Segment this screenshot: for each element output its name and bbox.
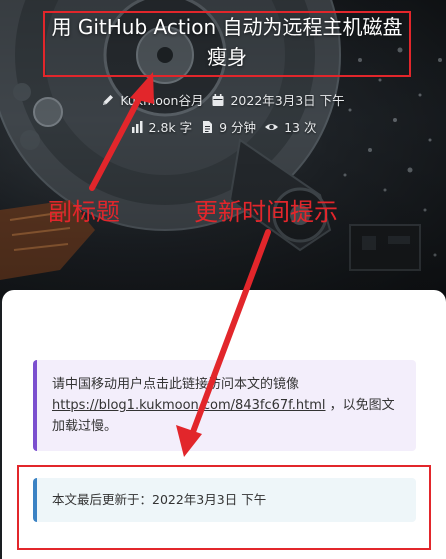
meta-author: Kukmoon谷月 bbox=[101, 90, 203, 109]
page-title: 用 GitHub Action 自动为远程主机磁盘瘦身 bbox=[51, 15, 403, 69]
meta-read-time: 9 分钟 bbox=[200, 117, 256, 136]
notice-text-before: 请中国移动用户点击此链接访问本文的镜像 bbox=[52, 377, 300, 392]
mirror-link[interactable]: https://blog1.kukmoon.com/843fc67f.html bbox=[52, 398, 326, 413]
post-date: 2022年3月3日 下午 bbox=[230, 93, 345, 108]
update-annotation-label: 更新时间提示 bbox=[194, 198, 338, 226]
chart-icon bbox=[131, 120, 143, 133]
last-updated-notice: 本文最后更新于：2022年3月3日 下午 bbox=[33, 478, 416, 522]
read-time: 9 分钟 bbox=[219, 120, 257, 135]
meta-word-count: 2.8k 字 bbox=[130, 117, 193, 136]
calendar-icon bbox=[212, 93, 224, 106]
view-count: 13 次 bbox=[284, 120, 317, 135]
post-meta-row-2: 2.8k 字 9 分钟 13 次 bbox=[0, 117, 446, 136]
meta-views: 13 次 bbox=[264, 117, 316, 136]
mirror-notice: 请中国移动用户点击此链接访问本文的镜像 https://blog1.kukmoo… bbox=[33, 360, 416, 451]
word-count: 2.8k 字 bbox=[148, 120, 193, 135]
subtitle-annotation-label: 副标题 bbox=[48, 198, 120, 226]
author-name: Kukmoon谷月 bbox=[120, 93, 204, 108]
eye-icon bbox=[265, 123, 279, 130]
document-icon bbox=[203, 120, 213, 133]
meta-date: 2022年3月3日 下午 bbox=[211, 90, 345, 109]
pencil-icon bbox=[103, 94, 114, 105]
post-meta-row-1: Kukmoon谷月 2022年3月3日 下午 bbox=[0, 90, 446, 109]
last-updated-text: 本文最后更新于：2022年3月3日 下午 bbox=[52, 492, 267, 507]
